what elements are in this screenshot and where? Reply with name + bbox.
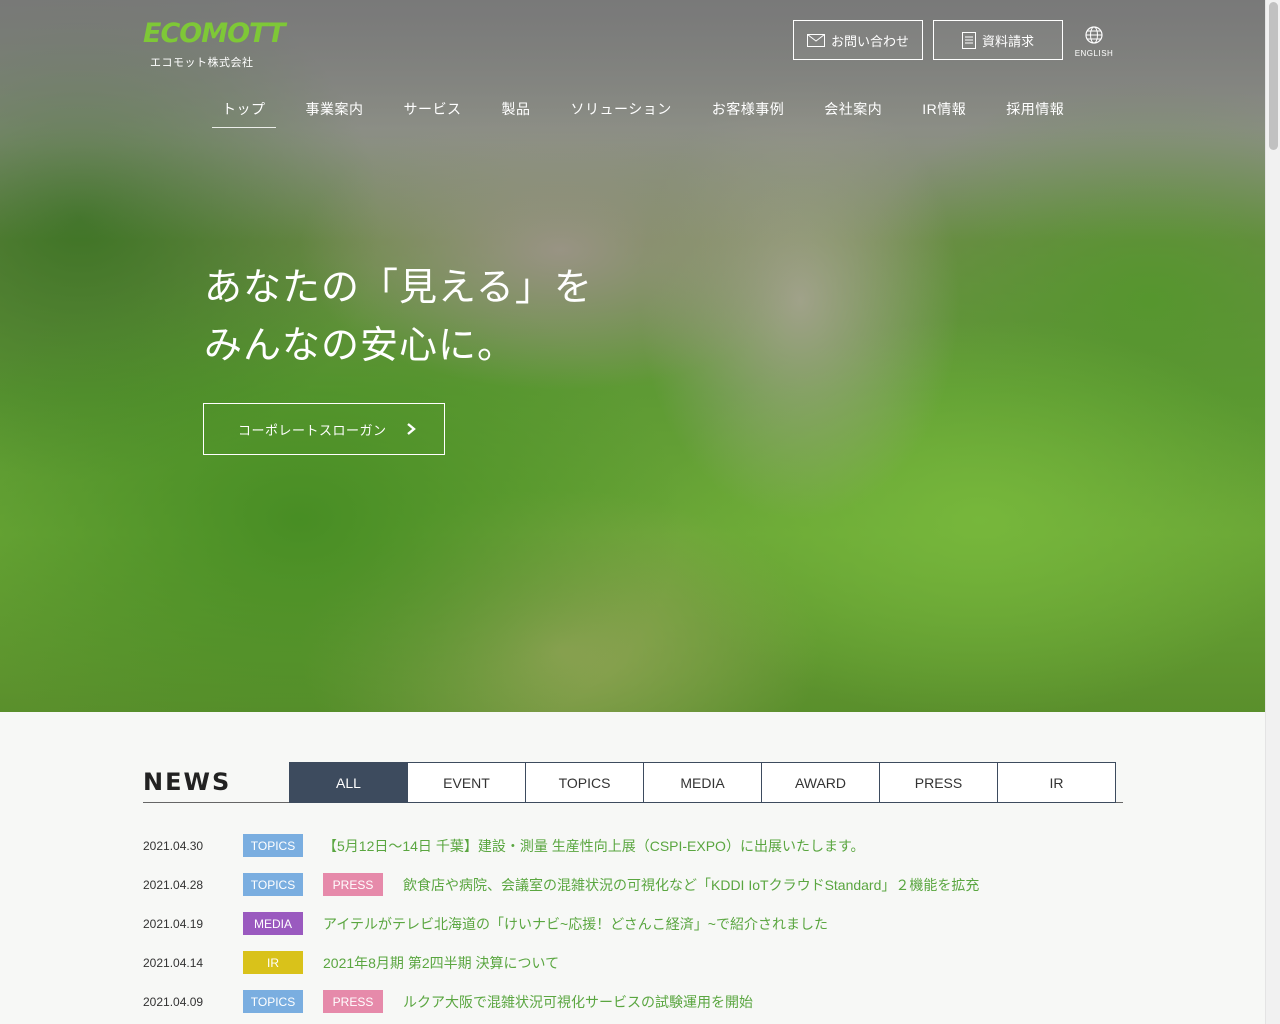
nav-item-company[interactable]: 会社案内	[814, 90, 892, 128]
tab-topics[interactable]: TOPICS	[525, 762, 644, 803]
news-date: 2021.04.19	[143, 917, 204, 931]
scrollbar[interactable]	[1265, 0, 1280, 1024]
news-title-link[interactable]: 2021年8月期 第2四半期 決算について	[323, 953, 559, 973]
news-date: 2021.04.09	[143, 995, 204, 1009]
news-heading: NEWS	[143, 768, 232, 796]
tab-media[interactable]: MEDIA	[643, 762, 762, 803]
hero-headline-line2: みんなの安心に。	[204, 323, 517, 367]
contact-button[interactable]: お問い合わせ	[793, 20, 923, 60]
nav-item-services[interactable]: サービス	[394, 90, 472, 128]
tab-ir[interactable]: IR	[997, 762, 1116, 803]
news-title-link[interactable]: ルクア大阪で混雑状況可視化サービスの試験運用を開始	[403, 992, 753, 1012]
hero-headline-line1: あなたの「見える」を	[204, 265, 593, 309]
nav-item-case-studies[interactable]: お客様事例	[702, 90, 795, 128]
corporate-slogan-button[interactable]: コーポレートスローガン	[203, 403, 445, 455]
global-nav: トップ 事業案内 サービス 製品 ソリューション お客様事例 会社案内 IR情報…	[212, 90, 1094, 128]
tab-event[interactable]: EVENT	[407, 762, 526, 803]
news-date: 2021.04.28	[143, 878, 204, 892]
news-item: 2021.04.09 TOPICS PRESS ルクア大阪で混雑状況可視化サービ…	[143, 988, 1123, 1024]
document-request-button[interactable]: 資料請求	[933, 20, 1063, 60]
news-title-link[interactable]: 【5月12日～14日 千葉】建設・測量 生産性向上展（CSPI-EXPO）に出展…	[323, 836, 865, 856]
company-name: エコモット株式会社	[150, 57, 254, 69]
nav-item-products[interactable]: 製品	[492, 90, 541, 128]
language-label: ENGLISH	[1074, 49, 1114, 58]
tab-all[interactable]: ALL	[289, 762, 408, 803]
news-category-badge: PRESS	[323, 990, 383, 1013]
news-title-link[interactable]: 飲食店や病院、会議室の混雑状況の可視化など「KDDI IoTクラウドStanda…	[403, 875, 979, 895]
scrollbar-thumb[interactable]	[1269, 2, 1278, 150]
mail-icon	[806, 33, 825, 47]
news-date: 2021.04.30	[143, 839, 204, 853]
news-category-badge: TOPICS	[243, 990, 303, 1013]
hero-headline: あなたの「見える」を みんなの安心に。	[204, 258, 593, 374]
chevron-right-icon	[407, 423, 416, 435]
news-list: 2021.04.30 TOPICS 【5月12日～14日 千葉】建設・測量 生産…	[143, 832, 1123, 1024]
news-item: 2021.04.14 IR 2021年8月期 第2四半期 決算について	[143, 949, 1123, 988]
news-item: 2021.04.19 MEDIA アイテルがテレビ北海道の「けいナビ~応援！どさ…	[143, 910, 1123, 949]
news-category-badge: TOPICS	[243, 834, 303, 857]
nav-item-business[interactable]: 事業案内	[296, 90, 374, 128]
nav-item-top[interactable]: トップ	[212, 90, 276, 128]
tab-award[interactable]: AWARD	[761, 762, 880, 803]
news-item: 2021.04.28 TOPICS PRESS 飲食店や病院、会議室の混雑状況の…	[143, 871, 1123, 910]
document-request-label: 資料請求	[981, 33, 1034, 49]
news-title-link[interactable]: アイテルがテレビ北海道の「けいナビ~応援！どさんこ経済」~で紹介されました	[323, 914, 828, 934]
news-item: 2021.04.30 TOPICS 【5月12日～14日 千葉】建設・測量 生産…	[143, 832, 1123, 871]
contact-button-label: お問い合わせ	[830, 33, 909, 49]
nav-item-recruit[interactable]: 採用情報	[996, 90, 1074, 128]
news-category-badge: MEDIA	[243, 912, 303, 935]
news-date: 2021.04.14	[143, 956, 204, 970]
news-category-badge: TOPICS	[243, 873, 303, 896]
globe-icon	[1085, 26, 1103, 44]
logo-mark: ECOMOTT	[143, 18, 286, 49]
news-category-badge: IR	[243, 951, 303, 974]
corporate-slogan-label: コーポレートスローガン	[238, 422, 387, 438]
document-icon	[961, 31, 976, 49]
logo[interactable]: ECOMOTT エコモット株式会社	[143, 18, 286, 70]
news-category-badge: PRESS	[323, 873, 383, 896]
english-language-link[interactable]: ENGLISH	[1074, 26, 1114, 58]
nav-item-solutions[interactable]: ソリューション	[561, 90, 682, 128]
tab-press[interactable]: PRESS	[879, 762, 998, 803]
hero-section: ECOMOTT エコモット株式会社 お問い合わせ 資料請求 ENGLISH トッ…	[0, 0, 1265, 712]
news-filter-tabs: ALL EVENT TOPICS MEDIA AWARD PRESS IR	[289, 762, 1116, 803]
nav-item-ir[interactable]: IR情報	[912, 90, 976, 128]
